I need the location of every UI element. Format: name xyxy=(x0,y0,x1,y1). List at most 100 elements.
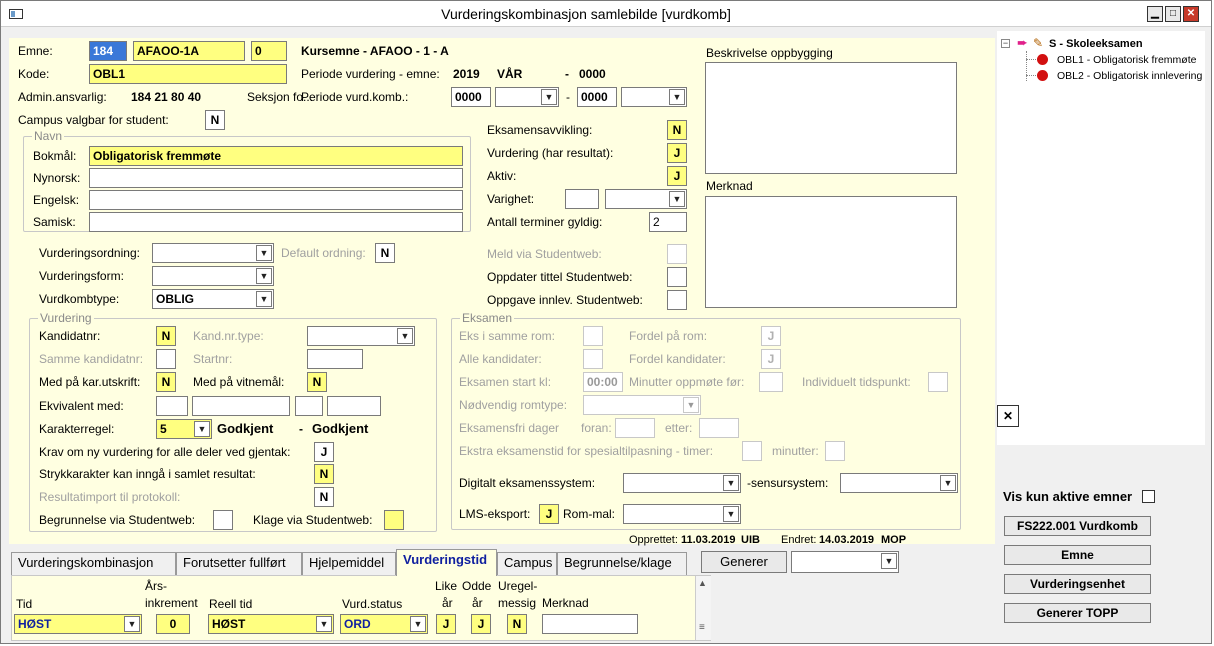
romtype-select[interactable]: ▼ xyxy=(583,395,701,415)
chevron-down-icon[interactable]: ▼ xyxy=(256,245,272,261)
generer-topp-button[interactable]: Generer TOPP xyxy=(1004,603,1151,623)
oppdater-checkbox[interactable] xyxy=(667,267,687,287)
tab-vurderingstid[interactable]: Vurderingstid xyxy=(396,549,497,576)
chevron-down-icon[interactable]: ▼ xyxy=(316,616,332,632)
rommal-select[interactable]: ▼ xyxy=(623,504,741,524)
campus-valgbar-checkbox[interactable]: N xyxy=(205,110,225,130)
tab-begrunnelse[interactable]: Begrunnelse/klage xyxy=(557,552,687,575)
individuelt-checkbox[interactable] xyxy=(928,372,948,392)
tree-item-obl1[interactable]: OBL1 - Obligatorisk fremmøte xyxy=(1057,52,1196,68)
row-reell-select[interactable]: HØST ▼ xyxy=(208,614,334,634)
chevron-down-icon[interactable]: ▼ xyxy=(410,616,426,632)
vurderingsordning-select[interactable]: ▼ xyxy=(152,243,274,263)
stryk-checkbox[interactable]: N xyxy=(314,464,334,484)
krav-checkbox[interactable]: J xyxy=(314,442,334,462)
samme-kandidatnr-checkbox[interactable] xyxy=(156,349,176,369)
karakterregel-select[interactable]: 5 ▼ xyxy=(156,419,212,439)
meld-checkbox[interactable] xyxy=(667,244,687,264)
beskrivelse-textarea[interactable] xyxy=(705,62,957,174)
startnr-input[interactable] xyxy=(307,349,363,369)
close-icon[interactable]: ✕ xyxy=(1183,6,1199,22)
grid-scrollbar[interactable]: ▲ ≡ xyxy=(695,576,711,640)
etter-input[interactable] xyxy=(699,418,739,438)
emne-version-input[interactable]: 0 xyxy=(251,41,287,61)
vurderingsenhet-button[interactable]: Vurderingsenhet xyxy=(1004,574,1151,594)
row-merknad-input[interactable] xyxy=(542,614,638,634)
minimize-icon[interactable]: ▁ xyxy=(1147,6,1163,22)
alle-kandidater-checkbox[interactable] xyxy=(583,349,603,369)
ekvivalent-version-input[interactable] xyxy=(295,396,323,416)
periode-komb-to-input[interactable]: 0000 xyxy=(577,87,617,107)
kandidatnr-checkbox[interactable]: N xyxy=(156,326,176,346)
samme-rom-checkbox[interactable] xyxy=(583,326,603,346)
tab-hjelpemiddel[interactable]: Hjelpemiddel xyxy=(302,552,396,575)
vurdkombtype-select[interactable]: OBLIG ▼ xyxy=(152,289,274,309)
ekvivalent-code-input[interactable] xyxy=(192,396,290,416)
row-ureg-checkbox[interactable]: N xyxy=(507,614,527,634)
tab-forutsetter[interactable]: Forutsetter fullført xyxy=(176,552,302,575)
chevron-down-icon[interactable]: ▼ xyxy=(256,291,272,307)
scroll-grip-icon[interactable]: ≡ xyxy=(699,622,705,633)
vurderingsform-select[interactable]: ▼ xyxy=(152,266,274,286)
oppmote-input[interactable] xyxy=(759,372,783,392)
tree-root-label[interactable]: S - Skoleeksamen xyxy=(1049,36,1143,52)
chevron-down-icon[interactable]: ▼ xyxy=(669,89,685,105)
chevron-down-icon[interactable]: ▼ xyxy=(683,397,699,413)
chevron-down-icon[interactable]: ▼ xyxy=(881,553,897,569)
row-tid-select[interactable]: HØST ▼ xyxy=(14,614,142,634)
karutskrift-checkbox[interactable]: N xyxy=(156,372,176,392)
row-status-select[interactable]: ORD ▼ xyxy=(340,614,428,634)
row-ars-input[interactable]: 0 xyxy=(156,614,190,634)
sensursystem-select[interactable]: ▼ xyxy=(840,473,958,493)
chevron-down-icon[interactable]: ▼ xyxy=(124,616,140,632)
scroll-up-icon[interactable]: ▲ xyxy=(698,578,707,588)
start-input[interactable]: 00:00 xyxy=(583,372,623,392)
chevron-down-icon[interactable]: ▼ xyxy=(397,328,413,344)
default-ordning-checkbox[interactable]: N xyxy=(375,243,395,263)
ekstra-timer-input[interactable] xyxy=(742,441,762,461)
chevron-down-icon[interactable]: ▼ xyxy=(541,89,557,105)
terminer-input[interactable]: 2 xyxy=(649,212,687,232)
chevron-down-icon[interactable]: ▼ xyxy=(256,268,272,284)
ekvivalent-inst-input[interactable] xyxy=(156,396,188,416)
maximize-icon[interactable]: □ xyxy=(1165,6,1181,22)
chevron-down-icon[interactable]: ▼ xyxy=(723,506,739,522)
emne-inst-input[interactable]: 184 xyxy=(89,41,127,61)
kode-input[interactable]: OBL1 xyxy=(89,64,287,84)
row-odde-checkbox[interactable]: J xyxy=(471,614,491,634)
periode-komb-to-term-select[interactable]: ▼ xyxy=(621,87,687,107)
chevron-down-icon[interactable]: ▼ xyxy=(723,475,739,491)
close-panel-icon[interactable]: ✕ xyxy=(997,405,1019,427)
chevron-down-icon[interactable]: ▼ xyxy=(669,191,685,207)
samisk-input[interactable] xyxy=(89,212,463,232)
vis-aktive-checkbox[interactable] xyxy=(1142,490,1155,503)
engelsk-input[interactable] xyxy=(89,190,463,210)
vitnemal-checkbox[interactable]: N xyxy=(307,372,327,392)
aktiv-checkbox[interactable]: J xyxy=(667,166,687,186)
varighet-input[interactable] xyxy=(565,189,599,209)
lms-checkbox[interactable]: J xyxy=(539,504,559,524)
emne-button[interactable]: Emne xyxy=(1004,545,1151,565)
chevron-down-icon[interactable]: ▼ xyxy=(194,421,210,437)
bokmal-input[interactable]: Obligatorisk fremmøte xyxy=(89,146,463,166)
nynorsk-input[interactable] xyxy=(89,168,463,188)
vurdering-resultat-checkbox[interactable]: J xyxy=(667,143,687,163)
eksamensavvikling-checkbox[interactable]: N xyxy=(667,120,687,140)
foran-input[interactable] xyxy=(615,418,655,438)
kandnrtype-select[interactable]: ▼ xyxy=(307,326,415,346)
varighet-unit-select[interactable]: ▼ xyxy=(605,189,687,209)
digitalt-select[interactable]: ▼ xyxy=(623,473,741,493)
chevron-down-icon[interactable]: ▼ xyxy=(940,475,956,491)
begrunnelse-checkbox[interactable] xyxy=(213,510,233,530)
fs222-button[interactable]: FS222.001 Vurdkomb xyxy=(1004,516,1151,536)
fordel-rom-checkbox[interactable]: J xyxy=(761,326,781,346)
tree-item-obl2[interactable]: OBL2 - Obligatorisk innlevering xyxy=(1057,68,1202,84)
resimport-checkbox[interactable]: N xyxy=(314,487,334,507)
merknad-textarea[interactable] xyxy=(705,196,957,308)
klage-checkbox[interactable] xyxy=(384,510,404,530)
collapse-icon[interactable]: − xyxy=(1001,39,1010,48)
ekvivalent-kode-input[interactable] xyxy=(327,396,381,416)
periode-komb-from-input[interactable]: 0000 xyxy=(451,87,491,107)
fordel-kand-checkbox[interactable]: J xyxy=(761,349,781,369)
periode-komb-from-term-select[interactable]: ▼ xyxy=(495,87,559,107)
